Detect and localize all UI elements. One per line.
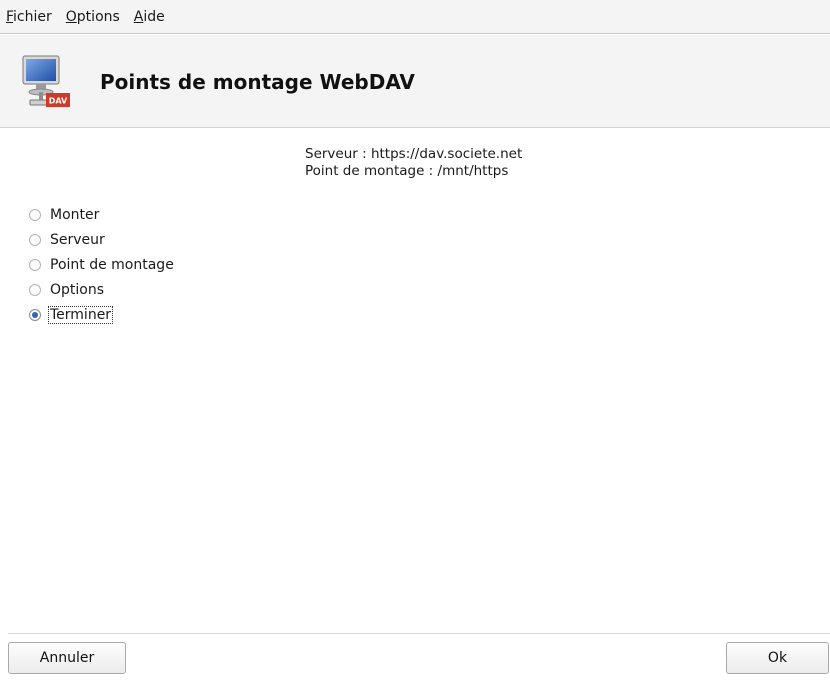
radio-label[interactable]: Serveur (49, 232, 106, 248)
header-banner: DAV Points de montage WebDAV (0, 35, 830, 128)
radio-terminer[interactable]: Terminer (29, 302, 175, 327)
radio-button[interactable] (29, 208, 41, 221)
menu-options[interactable]: Options (66, 9, 120, 25)
radio-serveur[interactable]: Serveur (29, 227, 175, 252)
dav-badge-text: DAV (49, 97, 68, 106)
server-info: Serveur : https://dav.societe.net (305, 146, 523, 162)
summary-info: Serveur : https://dav.societe.net Point … (305, 146, 522, 180)
footer-separator (8, 633, 830, 634)
radio-point-de-montage[interactable]: Point de montage (29, 252, 175, 277)
page-title: Points de montage WebDAV (100, 70, 415, 94)
menu-fichier[interactable]: Fichier (6, 9, 52, 25)
radio-options[interactable]: Options (29, 277, 175, 302)
radio-label[interactable]: Monter (49, 207, 100, 223)
cancel-button[interactable]: Annuler (8, 642, 126, 674)
menu-aide-accel: A (133, 8, 144, 25)
radio-label[interactable]: Point de montage (49, 257, 175, 273)
menu-fichier-rest: ichier (13, 8, 52, 25)
menu-options-rest: ptions (76, 8, 120, 25)
menu-options-accel: O (65, 8, 77, 25)
radio-label[interactable]: Options (49, 282, 105, 298)
radio-button[interactable] (29, 283, 41, 296)
menu-fichier-accel: F (6, 8, 14, 25)
radio-button-selected[interactable] (29, 308, 41, 321)
ok-button[interactable]: Ok (726, 642, 829, 674)
menu-bar: Fichier Options Aide (0, 0, 830, 34)
mountpoint-info: Point de montage : /mnt/https (305, 163, 509, 179)
network-drive-dav-icon: DAV (22, 55, 70, 107)
radio-monter[interactable]: Monter (29, 202, 175, 227)
radio-label[interactable]: Terminer (47, 305, 114, 324)
radio-button[interactable] (29, 233, 41, 246)
action-radio-group: Monter Serveur Point de montage Options … (29, 202, 175, 327)
menu-aide-rest: ide (143, 8, 165, 25)
menu-aide[interactable]: Aide (134, 9, 165, 25)
radio-button[interactable] (29, 258, 41, 271)
